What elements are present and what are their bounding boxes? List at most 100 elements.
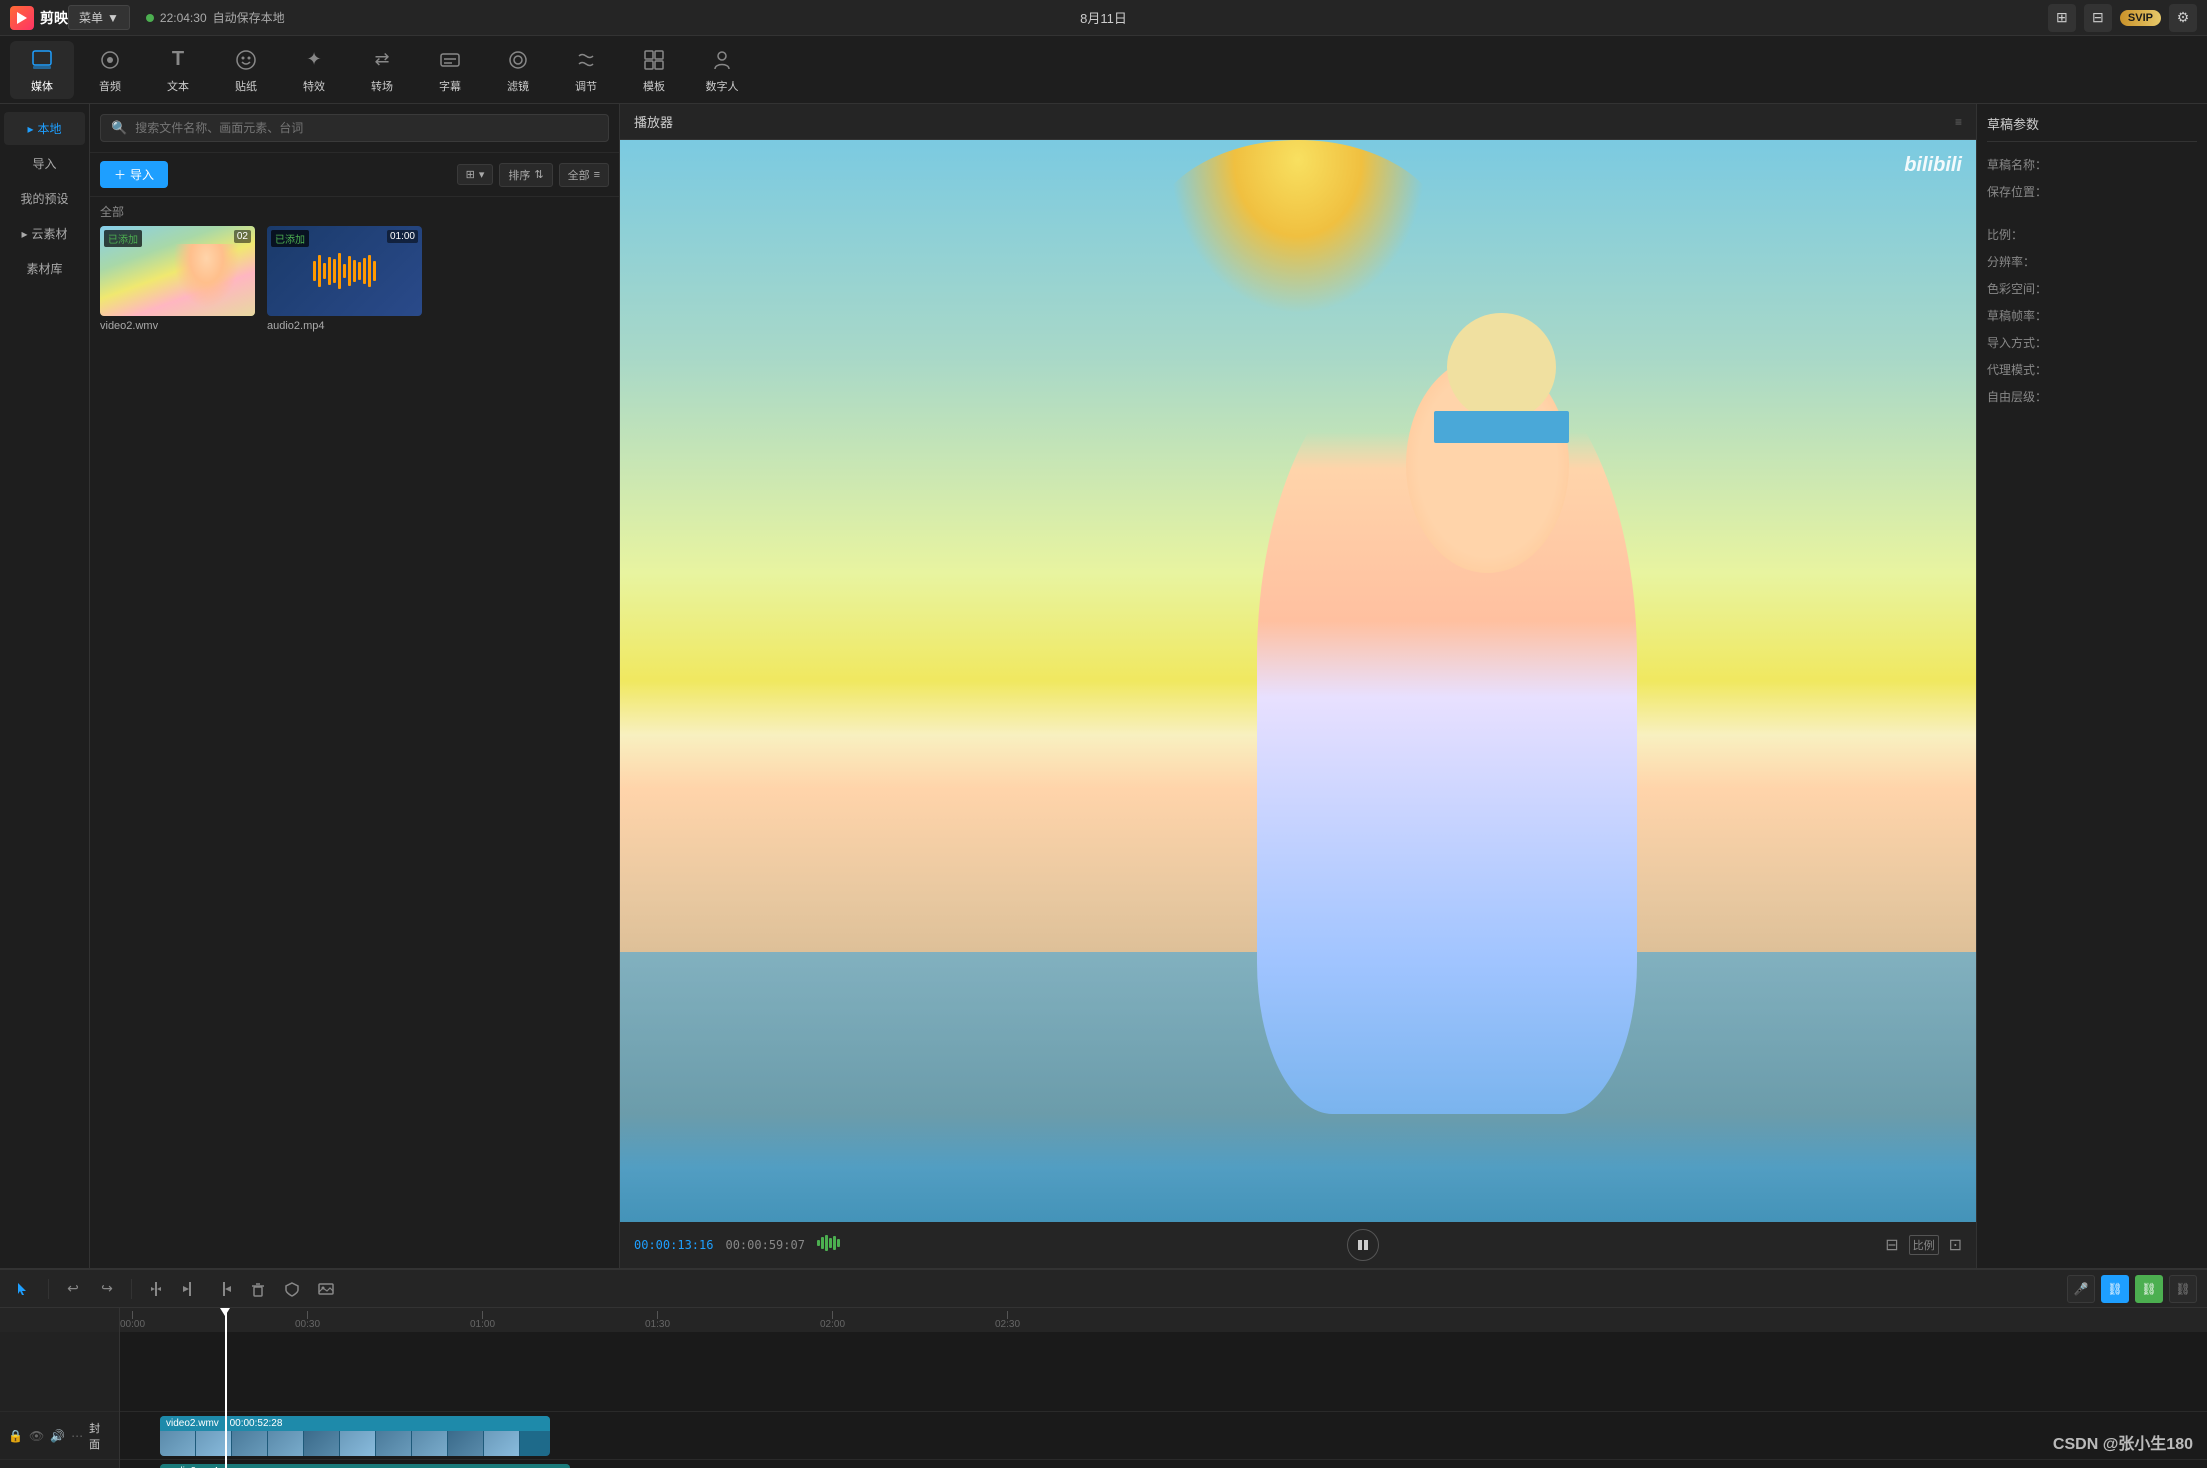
local-arrow: ▸ <box>27 122 33 136</box>
track-more-icon[interactable]: ⋯ <box>71 1429 83 1443</box>
filter-icon: ≡ <box>594 169 600 181</box>
link-audio-btn[interactable]: ⛓ <box>2101 1275 2129 1303</box>
split-tool-btn-2[interactable] <box>176 1275 204 1303</box>
prop-label-ratio: 比例： <box>1987 226 2057 243</box>
delete-btn[interactable] <box>244 1275 272 1303</box>
prop-row-location: 保存位置： <box>1987 183 2197 200</box>
track-content: video2.wmv 00:00:52:28 <box>120 1332 2207 1468</box>
clip-thumbnails <box>160 1431 520 1456</box>
import-plus-icon: ＋ <box>114 166 126 183</box>
redo-btn[interactable]: ↪ <box>93 1275 121 1303</box>
sidebar-item-presets[interactable]: 我的预设 <box>4 182 85 215</box>
grid-icon: ⊞ <box>466 168 475 181</box>
filter-btn[interactable]: 全部 ≡ <box>559 163 609 187</box>
toolbar: 媒体 音频 T 文本 贴纸 ✦ 特效 ⇄ 转场 <box>0 36 2207 104</box>
list-item[interactable]: 已添加 02 video2.wmv <box>100 226 255 332</box>
video-track-row: video2.wmv 00:00:52:28 <box>120 1412 2207 1460</box>
prop-label-free-layer: 自由层级： <box>1987 388 2057 405</box>
tool-sticker[interactable]: 贴纸 <box>214 41 278 99</box>
media-grid: 已添加 02 video2.wmv <box>90 226 619 332</box>
date-display: 8月11日 <box>1080 8 1127 27</box>
media-icon <box>28 46 56 74</box>
sidebar-item-import[interactable]: 导入 <box>4 147 85 180</box>
tool-subtitle[interactable]: 字幕 <box>418 41 482 99</box>
empty-track-header <box>0 1332 119 1412</box>
media-filename: video2.wmv <box>100 320 255 332</box>
adjust-icon <box>572 46 600 74</box>
monitor-icon-btn[interactable]: ⊞ <box>2048 4 2076 32</box>
waveform-icon <box>817 1234 841 1257</box>
image-btn[interactable] <box>312 1275 340 1303</box>
link-video-btn[interactable]: ⛓ <box>2135 1275 2163 1303</box>
app-logo: 剪映 <box>10 6 68 30</box>
sidebar-item-library[interactable]: 素材库 <box>4 252 85 285</box>
track-audio-icon[interactable]: 🔊 <box>50 1429 65 1443</box>
layout-icon-btn[interactable]: ⊟ <box>2084 4 2112 32</box>
prop-row-name: 草稿名称： <box>1987 156 2197 173</box>
player-menu-icon[interactable]: ≡ <box>1955 115 1962 129</box>
track-eye-icon[interactable]: 👁 <box>29 1429 44 1443</box>
audio-clip[interactable]: audio2.mp4 <box>160 1464 570 1468</box>
list-item[interactable]: 已添加 01:00 audio2.mp4 <box>267 226 422 332</box>
select-tool-btn[interactable] <box>10 1275 38 1303</box>
split-tool-btn-3[interactable] <box>210 1275 238 1303</box>
prop-row-resolution: 分辨率： <box>1987 253 2197 270</box>
tool-effects[interactable]: ✦ 特效 <box>282 41 346 99</box>
prop-row-free-layer: 自由层级： <box>1987 388 2197 405</box>
tool-audio[interactable]: 音频 <box>78 41 142 99</box>
svip-badge[interactable]: SVIP <box>2120 10 2161 26</box>
tool-media[interactable]: 媒体 <box>10 41 74 99</box>
audio-waveform <box>313 251 376 291</box>
clip-thumb-10 <box>484 1431 520 1456</box>
audio-icon <box>96 46 124 74</box>
tool-text[interactable]: T 文本 <box>146 41 210 99</box>
track-lock-icon[interactable]: 🔒 <box>8 1429 23 1443</box>
prop-label-name: 草稿名称： <box>1987 156 2057 173</box>
split-tool-btn-1[interactable] <box>142 1275 170 1303</box>
menu-button[interactable]: 菜单 ▼ <box>68 5 130 30</box>
media-thumbnail-audio: 已添加 01:00 <box>267 226 422 316</box>
import-button[interactable]: ＋ 导入 <box>100 161 168 188</box>
player-section: 播放器 ≡ bilibili 00:00:1 <box>620 104 1977 1268</box>
ruler-mark-2: 01:00 <box>470 1311 495 1330</box>
tool-filter[interactable]: 滤镜 <box>486 41 550 99</box>
tool-template[interactable]: 模板 <box>622 41 686 99</box>
subtitle-icon <box>436 46 464 74</box>
pip-icon[interactable]: ⊟ <box>1885 1235 1898 1255</box>
player-header: 播放器 ≡ <box>620 104 1976 140</box>
ratio-icon[interactable]: 比例 <box>1909 1235 1939 1255</box>
bilibili-logo: bilibili <box>1904 154 1962 177</box>
view-grid-btn[interactable]: ⊞ ▾ <box>457 164 494 185</box>
prop-row-framerate: 草稿帧率： <box>1987 307 2197 324</box>
timeline-area: ↩ ↪ 🎤 ⛓ ⛓ ⛓ <box>0 1268 2207 1468</box>
fullscreen-icon[interactable]: ⊡ <box>1949 1235 1962 1255</box>
tool-adjust[interactable]: 调节 <box>554 41 618 99</box>
tool-digital-human[interactable]: 数字人 <box>690 41 754 99</box>
tool-transition[interactable]: ⇄ 转场 <box>350 41 414 99</box>
prop-label-resolution: 分辨率： <box>1987 253 2057 270</box>
settings-icon-btn[interactable]: ⚙ <box>2169 4 2197 32</box>
audio-track-header: ⊙ 🔒 🔊 ⋯ <box>0 1460 119 1468</box>
search-box: 🔍 <box>100 114 609 142</box>
mic-btn[interactable]: 🎤 <box>2067 1275 2095 1303</box>
filter-icon <box>504 46 532 74</box>
sort-btn[interactable]: 排序 ⇅ <box>499 163 552 187</box>
track-label-cover: 封面 <box>89 1420 111 1452</box>
timeline-playhead <box>225 1332 227 1468</box>
shield-btn[interactable] <box>278 1275 306 1303</box>
clip-thumb-4 <box>268 1431 304 1456</box>
sidebar-item-local[interactable]: ▸ 本地 <box>4 112 85 145</box>
undo-btn[interactable]: ↩ <box>59 1275 87 1303</box>
link-btn-3[interactable]: ⛓ <box>2169 1275 2197 1303</box>
media-actions: ＋ 导入 ⊞ ▾ 排序 ⇅ 全部 ≡ <box>90 153 619 197</box>
search-input[interactable] <box>135 121 598 135</box>
prop-label-import-mode: 导入方式： <box>1987 334 2057 351</box>
pause-button[interactable] <box>1347 1229 1379 1261</box>
prop-label-proxy: 代理模式： <box>1987 361 2057 378</box>
sidebar-item-cloud[interactable]: ▸ 云素材 <box>4 217 85 250</box>
sort-icon: ⇅ <box>534 168 543 181</box>
dropdown-icon: ▾ <box>479 168 485 181</box>
right-panel-title: 草稿参数 <box>1987 114 2197 142</box>
timeline-ruler: 00:00 00:30 01:00 01:30 02:00 <box>0 1308 2207 1332</box>
video-clip[interactable]: video2.wmv 00:00:52:28 <box>160 1416 550 1456</box>
